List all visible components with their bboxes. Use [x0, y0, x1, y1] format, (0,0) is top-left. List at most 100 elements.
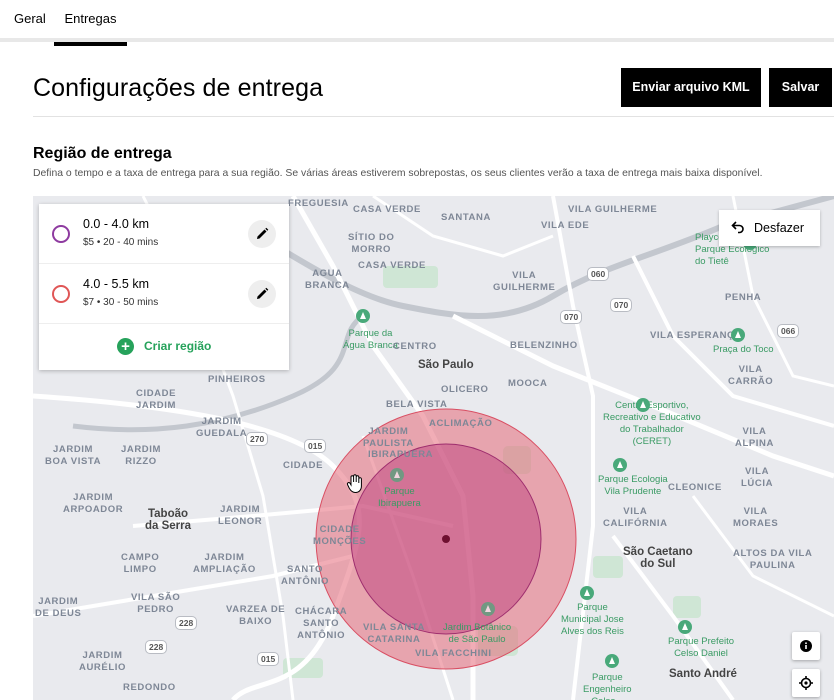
map-label: ACLIMAÇÃO: [429, 418, 493, 429]
create-region-label: Criar região: [144, 339, 212, 353]
tab-geral[interactable]: Geral: [14, 0, 46, 42]
region-name: 0.0 - 4.0 km: [83, 217, 149, 231]
region-meta: $5 • 20 - 40 mins: [83, 237, 159, 248]
map-label: JARDIM RIZZO: [121, 444, 162, 467]
route-shield: 070: [560, 310, 583, 324]
park-marker-icon: [678, 620, 692, 634]
map-label: São Caetano do Sul: [623, 546, 693, 570]
map-label: PENHA: [725, 292, 762, 303]
map-label: BELA VISTA: [386, 399, 448, 410]
info-icon: [800, 640, 812, 652]
plus-icon: +: [117, 338, 134, 355]
map-label: AGUA BRANCA: [305, 268, 350, 291]
region-panel: 0.0 - 4.0 km $5 • 20 - 40 mins 4.0 - 5.5…: [39, 204, 289, 370]
tab-entregas[interactable]: Entregas: [54, 0, 127, 46]
create-region-button[interactable]: + Criar região: [39, 324, 289, 370]
map-label: CENTRO: [393, 341, 437, 352]
map-label: Parque Engenheiro Celso...: [583, 672, 632, 700]
route-shield: 066: [777, 324, 800, 338]
map-label: São Paulo: [418, 359, 474, 371]
map-label: CIDADE JARDIM: [136, 388, 177, 411]
map-label: Parque Ecologia Vila Prudente: [598, 474, 668, 497]
region-name: 4.0 - 5.5 km: [83, 277, 149, 291]
map-label: VILA SÃO PEDRO: [131, 592, 181, 615]
upload-kml-button[interactable]: Enviar arquivo KML: [621, 68, 761, 107]
map-label: VILA CARRÃO: [728, 364, 774, 387]
save-button[interactable]: Salvar: [769, 68, 832, 107]
map-label: VILA LÚCIA: [741, 466, 774, 489]
region-item[interactable]: 4.0 - 5.5 km $7 • 30 - 50 mins: [39, 264, 289, 324]
park-marker-icon: [580, 586, 594, 600]
map-label: VILA SANTA CATARINA: [363, 622, 425, 645]
map-label: SANTO ANTÔNIO: [281, 564, 330, 587]
undo-button[interactable]: Desfazer: [719, 210, 820, 246]
route-shield: 070: [610, 298, 633, 312]
park-marker-icon: [390, 468, 404, 482]
map-label: REDONDO: [123, 682, 176, 693]
map-label: VILA MORAES: [733, 506, 779, 529]
map-label: ALTOS DA VILA PAULINA: [733, 548, 813, 571]
map-label: JARDIM ARPOADOR: [63, 492, 124, 515]
route-shield: 228: [175, 616, 198, 630]
section-description: Defina o tempo e a taxa de entrega para …: [33, 168, 763, 179]
pencil-icon: [257, 227, 269, 239]
map-label: CIDADE MONÇÕES: [313, 524, 367, 547]
route-shield: 015: [257, 652, 280, 666]
map-label: CHÁCARA SANTO ANTÔNIO: [295, 606, 348, 641]
route-shield: 270: [246, 432, 269, 446]
route-shield: 060: [587, 267, 610, 281]
map-label: Parque Municipal Jose Alves dos Reis: [561, 602, 624, 637]
section-title: Região de entrega: [33, 145, 172, 162]
map-label: CASA VERDE: [358, 260, 426, 271]
map-label: OLICERO: [441, 384, 489, 395]
map-info-button[interactable]: [792, 632, 820, 660]
map-label: Praça do Toco: [713, 344, 774, 355]
map-label: PINHEIROS: [208, 374, 266, 385]
map-label: VILA FACCHINI: [415, 648, 492, 659]
map-label: CIDADE: [283, 460, 324, 471]
map-label: Parque Prefeito Celso Daniel: [668, 636, 735, 659]
region-color-ring-icon: [52, 285, 70, 303]
pencil-icon: [257, 287, 269, 299]
region-meta: $7 • 30 - 50 mins: [83, 297, 159, 308]
map-label: IBIRAPUERA: [368, 449, 434, 460]
park-marker-icon: [356, 309, 370, 323]
map-label: VILA CALIFÓRNIA: [603, 506, 668, 529]
locate-me-button[interactable]: [792, 669, 820, 697]
map-label: Parque da Água Branca: [343, 328, 398, 351]
map-label: VILA GUILHERME: [568, 204, 658, 215]
map-label: Parque Ibirapuera: [378, 486, 421, 509]
page-title: Configurações de entrega: [33, 74, 324, 102]
undo-icon: [731, 221, 744, 234]
header-divider: [33, 116, 834, 117]
map-label: VILA GUILHERME: [493, 270, 556, 293]
tab-bar: Geral Entregas: [0, 0, 834, 46]
map-label: Jardim Botânico de São Paulo: [443, 622, 512, 645]
map-label: BELENZINHO: [510, 340, 578, 351]
map-label: JARDIM GUEDALA: [196, 416, 248, 439]
route-shield: 228: [145, 640, 168, 654]
region-item[interactable]: 0.0 - 4.0 km $5 • 20 - 40 mins: [39, 204, 289, 264]
park-marker-icon: [636, 398, 650, 412]
map-label: CLEONICE: [668, 482, 722, 493]
map-label: SANTANA: [441, 212, 491, 223]
edit-region-button[interactable]: [248, 220, 276, 248]
map-label: SÍTIO DO MORRO: [348, 232, 395, 255]
map-label: Taboão da Serra: [145, 508, 192, 532]
map-label: VILA EDE: [541, 220, 590, 231]
edit-region-button[interactable]: [248, 280, 276, 308]
park-marker-icon: [481, 602, 495, 616]
map-label: JARDIM AMPLIAÇÃO: [193, 552, 256, 575]
route-shield: 015: [304, 439, 327, 453]
undo-label: Desfazer: [754, 221, 805, 235]
map-label: JARDIM BOA VISTA: [45, 444, 102, 467]
map-label: JARDIM PAULISTA: [363, 426, 414, 449]
map-label: CAMPO LIMPO: [121, 552, 160, 575]
crosshair-icon: [799, 676, 813, 690]
map-label: JARDIM DE DEUS: [35, 596, 82, 619]
map-label: Santo André: [669, 668, 737, 680]
park-marker-icon: [613, 458, 627, 472]
park-marker-icon: [605, 654, 619, 668]
hand-cursor-icon: [346, 474, 362, 494]
map-label: CASA VERDE: [353, 204, 421, 215]
